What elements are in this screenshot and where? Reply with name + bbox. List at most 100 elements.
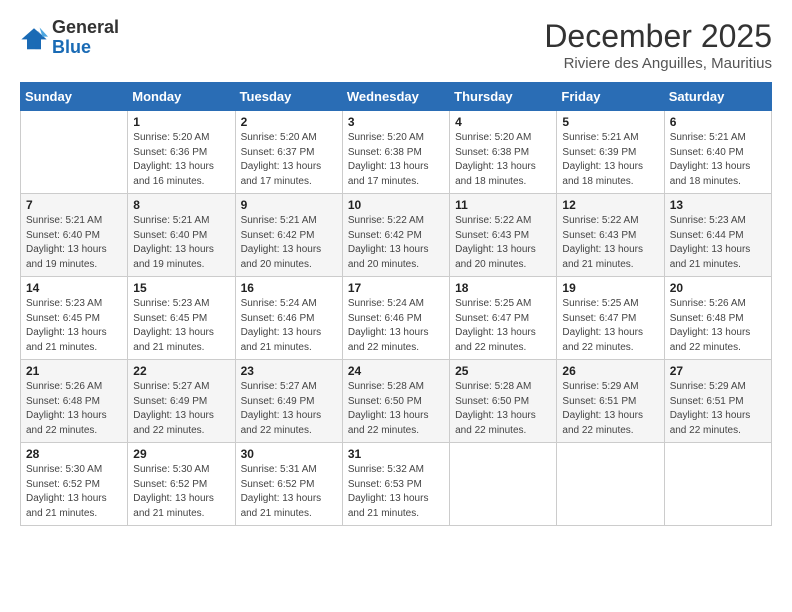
day-number: 9: [241, 198, 337, 212]
table-row: 18 Sunrise: 5:25 AMSunset: 6:47 PMDayligh…: [450, 277, 557, 360]
table-row: 5 Sunrise: 5:21 AMSunset: 6:39 PMDaylight…: [557, 111, 664, 194]
table-row: 3Sunrise: 5:20 AMSunset: 6:38 PMDaylight…: [342, 111, 449, 194]
day-number: 15: [133, 281, 229, 295]
header-thursday: Thursday: [450, 83, 557, 111]
day-info: Sunrise: 5:29 AMSunset: 6:51 PMDaylight:…: [562, 380, 658, 438]
day-info: Sunrise: 5:20 AMSunset: 6:36 PMDaylight:…: [133, 131, 229, 189]
day-info: Sunrise: 5:30 AMSunset: 6:52 PMDaylight:…: [133, 463, 229, 521]
day-number: 1: [133, 115, 229, 129]
day-info: Sunrise: 5:22 AMSunset: 6:42 PMDaylight:…: [348, 214, 444, 272]
table-row: 24 Sunrise: 5:28 AMSunset: 6:50 PMDayligh…: [342, 360, 449, 443]
table-row: 14 Sunrise: 5:23 AMSunset: 6:45 PMDayligh…: [21, 277, 128, 360]
day-number: 21: [26, 364, 122, 378]
day-number: 18: [455, 281, 551, 295]
table-row: 20 Sunrise: 5:26 AMSunset: 6:48 PMDayligh…: [664, 277, 771, 360]
day-number: 12: [562, 198, 658, 212]
day-info: Sunrise: 5:23 AMSunset: 6:45 PMDaylight:…: [26, 297, 122, 355]
table-row: 19 Sunrise: 5:25 AMSunset: 6:47 PMDayligh…: [557, 277, 664, 360]
table-row: 26 Sunrise: 5:29 AMSunset: 6:51 PMDayligh…: [557, 360, 664, 443]
day-number: 27: [670, 364, 766, 378]
day-info: Sunrise: 5:27 AMSunset: 6:49 PMDaylight:…: [133, 380, 229, 438]
day-info: Sunrise: 5:30 AMSunset: 6:52 PMDaylight:…: [26, 463, 122, 521]
table-row: 27 Sunrise: 5:29 AMSunset: 6:51 PMDayligh…: [664, 360, 771, 443]
day-number: 13: [670, 198, 766, 212]
header-tuesday: Tuesday: [235, 83, 342, 111]
day-info: Sunrise: 5:24 AMSunset: 6:46 PMDaylight:…: [348, 297, 444, 355]
logo: General Blue: [20, 18, 119, 58]
table-row: 17 Sunrise: 5:24 AMSunset: 6:46 PMDayligh…: [342, 277, 449, 360]
table-row: [557, 443, 664, 526]
table-row: 9 Sunrise: 5:21 AMSunset: 6:42 PMDaylight…: [235, 194, 342, 277]
page: General Blue December 2025 Riviere des A…: [0, 0, 792, 612]
table-row: 7 Sunrise: 5:21 AMSunset: 6:40 PMDaylight…: [21, 194, 128, 277]
logo-icon: [20, 24, 48, 52]
table-row: 23Sunrise: 5:27 AMSunset: 6:49 PMDayligh…: [235, 360, 342, 443]
day-info: Sunrise: 5:21 AMSunset: 6:40 PMDaylight:…: [670, 131, 766, 189]
day-number: 7: [26, 198, 122, 212]
day-info: Sunrise: 5:26 AMSunset: 6:48 PMDaylight:…: [26, 380, 122, 438]
title-block: December 2025 Riviere des Anguilles, Mau…: [544, 18, 772, 72]
table-row: 1 Sunrise: 5:20 AMSunset: 6:36 PMDaylight…: [128, 111, 235, 194]
day-info: Sunrise: 5:24 AMSunset: 6:46 PMDaylight:…: [241, 297, 337, 355]
table-row: 13Sunrise: 5:23 AMSunset: 6:44 PMDayligh…: [664, 194, 771, 277]
table-row: 10 Sunrise: 5:22 AMSunset: 6:42 PMDayligh…: [342, 194, 449, 277]
day-info: Sunrise: 5:27 AMSunset: 6:49 PMDaylight:…: [241, 380, 337, 438]
day-number: 5: [562, 115, 658, 129]
day-number: 26: [562, 364, 658, 378]
day-info: Sunrise: 5:22 AMSunset: 6:43 PMDaylight:…: [562, 214, 658, 272]
table-row: 12 Sunrise: 5:22 AMSunset: 6:43 PMDayligh…: [557, 194, 664, 277]
day-info: Sunrise: 5:31 AMSunset: 6:52 PMDaylight:…: [241, 463, 337, 521]
day-info: Sunrise: 5:22 AMSunset: 6:43 PMDaylight:…: [455, 214, 551, 272]
calendar: Sunday Monday Tuesday Wednesday Thursday…: [20, 82, 772, 526]
day-info: Sunrise: 5:28 AMSunset: 6:50 PMDaylight:…: [455, 380, 551, 438]
day-info: Sunrise: 5:21 AMSunset: 6:39 PMDaylight:…: [562, 131, 658, 189]
day-info: Sunrise: 5:20 AMSunset: 6:38 PMDaylight:…: [348, 131, 444, 189]
header: General Blue December 2025 Riviere des A…: [20, 18, 772, 72]
calendar-week-row: 28 Sunrise: 5:30 AMSunset: 6:52 PMDayligh…: [21, 443, 772, 526]
calendar-header-row: Sunday Monday Tuesday Wednesday Thursday…: [21, 83, 772, 111]
day-number: 19: [562, 281, 658, 295]
day-info: Sunrise: 5:28 AMSunset: 6:50 PMDaylight:…: [348, 380, 444, 438]
day-info: Sunrise: 5:26 AMSunset: 6:48 PMDaylight:…: [670, 297, 766, 355]
day-info: Sunrise: 5:23 AMSunset: 6:45 PMDaylight:…: [133, 297, 229, 355]
calendar-week-row: 14 Sunrise: 5:23 AMSunset: 6:45 PMDayligh…: [21, 277, 772, 360]
day-number: 10: [348, 198, 444, 212]
day-info: Sunrise: 5:20 AMSunset: 6:37 PMDaylight:…: [241, 131, 337, 189]
day-number: 22: [133, 364, 229, 378]
table-row: 15 Sunrise: 5:23 AMSunset: 6:45 PMDayligh…: [128, 277, 235, 360]
day-number: 24: [348, 364, 444, 378]
logo-general-text: General: [52, 18, 119, 38]
table-row: 25 Sunrise: 5:28 AMSunset: 6:50 PMDayligh…: [450, 360, 557, 443]
day-number: 31: [348, 447, 444, 461]
day-info: Sunrise: 5:21 AMSunset: 6:40 PMDaylight:…: [26, 214, 122, 272]
day-info: Sunrise: 5:20 AMSunset: 6:38 PMDaylight:…: [455, 131, 551, 189]
day-info: Sunrise: 5:25 AMSunset: 6:47 PMDaylight:…: [455, 297, 551, 355]
day-number: 25: [455, 364, 551, 378]
day-number: 20: [670, 281, 766, 295]
day-number: 16: [241, 281, 337, 295]
table-row: 31 Sunrise: 5:32 AMSunset: 6:53 PMDayligh…: [342, 443, 449, 526]
table-row: 8Sunrise: 5:21 AMSunset: 6:40 PMDaylight…: [128, 194, 235, 277]
day-info: Sunrise: 5:25 AMSunset: 6:47 PMDaylight:…: [562, 297, 658, 355]
day-number: 28: [26, 447, 122, 461]
day-info: Sunrise: 5:32 AMSunset: 6:53 PMDaylight:…: [348, 463, 444, 521]
day-number: 2: [241, 115, 337, 129]
day-info: Sunrise: 5:21 AMSunset: 6:42 PMDaylight:…: [241, 214, 337, 272]
calendar-week-row: 7 Sunrise: 5:21 AMSunset: 6:40 PMDaylight…: [21, 194, 772, 277]
header-monday: Monday: [128, 83, 235, 111]
day-number: 8: [133, 198, 229, 212]
day-number: 14: [26, 281, 122, 295]
table-row: 16 Sunrise: 5:24 AMSunset: 6:46 PMDayligh…: [235, 277, 342, 360]
location-subtitle: Riviere des Anguilles, Mauritius: [544, 55, 772, 72]
day-number: 30: [241, 447, 337, 461]
table-row: [664, 443, 771, 526]
header-saturday: Saturday: [664, 83, 771, 111]
day-number: 4: [455, 115, 551, 129]
day-number: 6: [670, 115, 766, 129]
day-info: Sunrise: 5:29 AMSunset: 6:51 PMDaylight:…: [670, 380, 766, 438]
day-number: 17: [348, 281, 444, 295]
table-row: 4 Sunrise: 5:20 AMSunset: 6:38 PMDaylight…: [450, 111, 557, 194]
table-row: 28 Sunrise: 5:30 AMSunset: 6:52 PMDayligh…: [21, 443, 128, 526]
table-row: 21 Sunrise: 5:26 AMSunset: 6:48 PMDayligh…: [21, 360, 128, 443]
header-friday: Friday: [557, 83, 664, 111]
